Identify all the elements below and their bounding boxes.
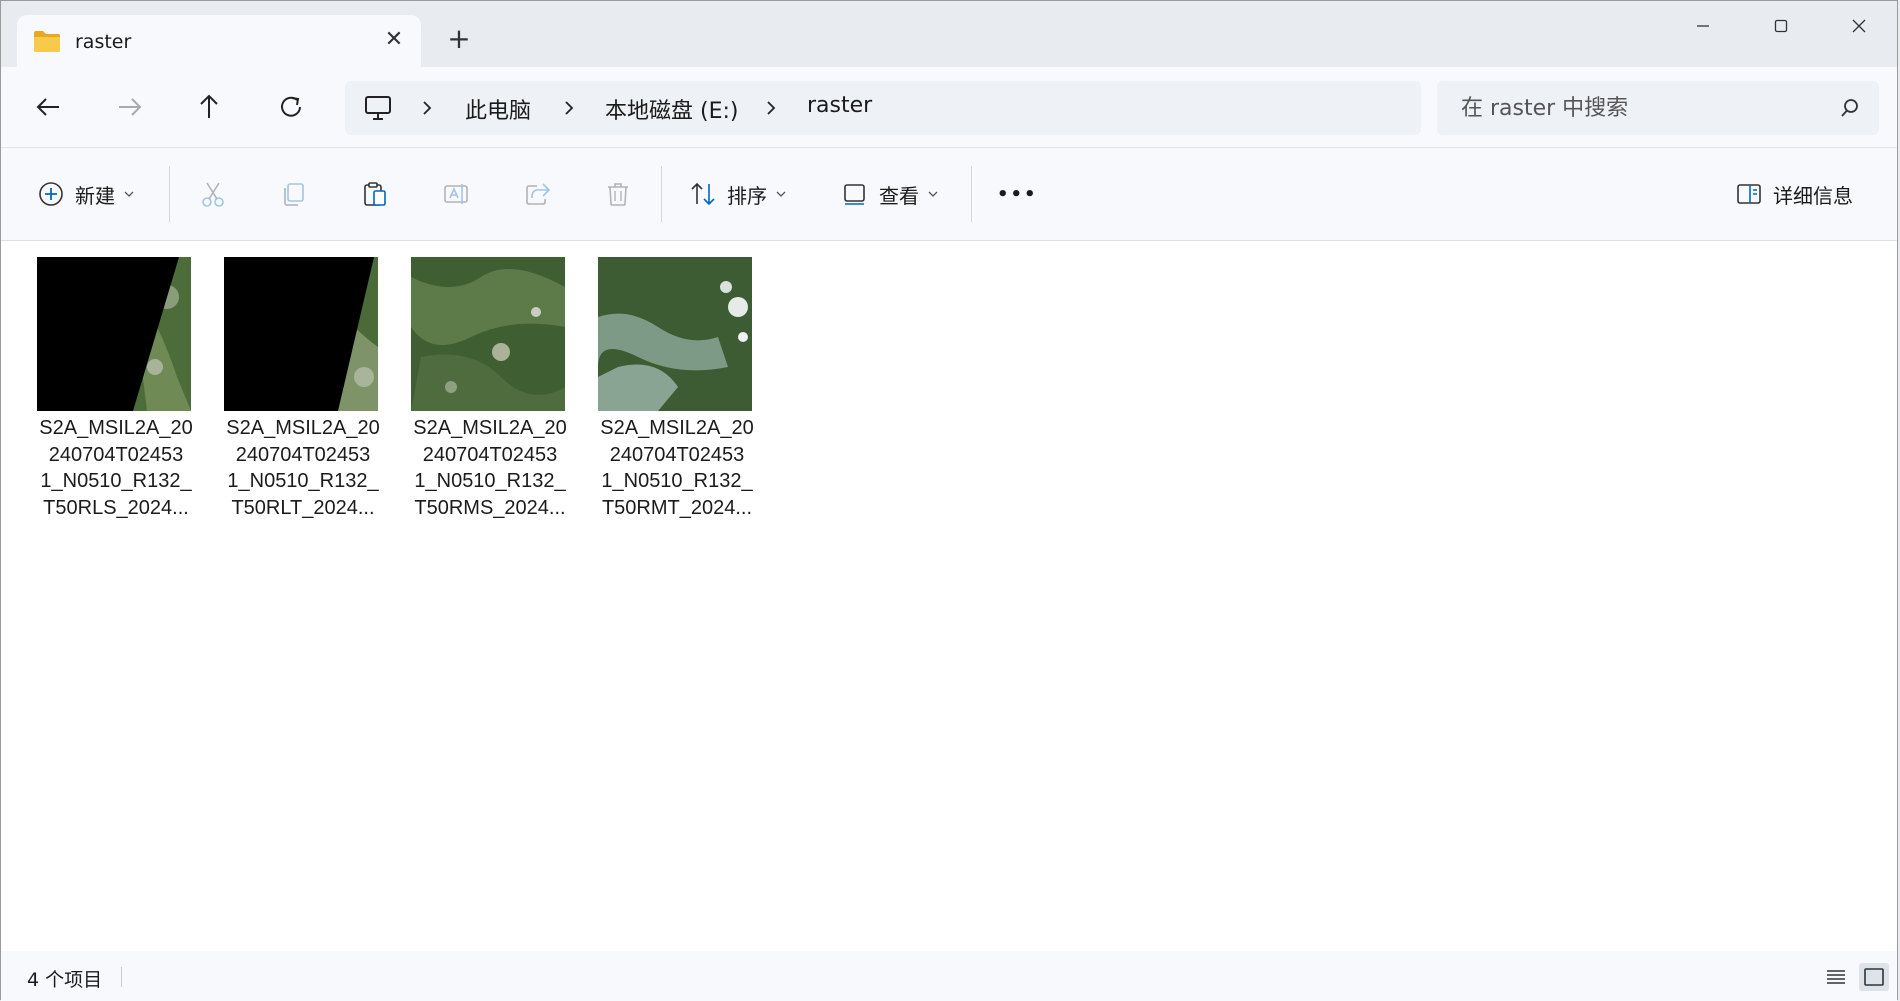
file-explorer-window: raster ✕ + 此电脑 本地磁盘 (E:) raster 在 raster… xyxy=(0,0,1898,1001)
back-button[interactable] xyxy=(31,89,67,125)
refresh-icon xyxy=(281,96,301,117)
close-icon xyxy=(1852,19,1866,33)
new-button[interactable]: 新建 xyxy=(37,176,135,212)
scissors-icon xyxy=(202,182,224,207)
tab-close-icon[interactable]: ✕ xyxy=(383,29,405,51)
chevron-right-icon xyxy=(767,101,776,115)
new-tab-button[interactable]: + xyxy=(445,25,473,53)
close-window-button[interactable] xyxy=(1829,11,1889,41)
file-list: S2A_MSIL2A_20 240704T02453 1_N0510_R132_ T5… xyxy=(1,241,1897,951)
clipboard-icon xyxy=(364,182,386,206)
paste-button[interactable] xyxy=(361,176,389,212)
cut-button[interactable] xyxy=(199,176,227,212)
details-label: 详细信息 xyxy=(1773,183,1853,208)
copy-icon xyxy=(284,183,304,206)
divider xyxy=(971,166,972,222)
sort-arrows-icon xyxy=(691,182,715,206)
chevron-down-icon xyxy=(776,191,786,197)
maximize-button[interactable] xyxy=(1751,11,1811,41)
breadcrumb-this-pc[interactable]: 此电脑 xyxy=(465,93,531,125)
delete-button[interactable] xyxy=(604,176,632,212)
sort-button[interactable]: 排序 xyxy=(689,176,787,212)
chevron-right-icon xyxy=(423,101,432,115)
status-bar: 4 个项目 xyxy=(1,951,1897,1001)
trash-icon xyxy=(608,183,628,206)
file-name: S2A_MSIL2A_20 240704T02453 1_N0510_R132_ T5… xyxy=(226,417,380,519)
breadcrumb-raster[interactable]: raster xyxy=(807,93,872,118)
chevron-right-icon xyxy=(565,101,574,115)
arrow-up-icon xyxy=(200,94,218,118)
rename-icon xyxy=(444,184,468,204)
search-icon[interactable] xyxy=(1839,97,1861,119)
chevron-down-icon xyxy=(124,191,134,197)
minimize-button[interactable] xyxy=(1673,11,1733,41)
new-label: 新建 xyxy=(75,183,115,208)
copy-button[interactable] xyxy=(280,176,308,212)
view-icon xyxy=(844,184,865,205)
add-circle-icon xyxy=(39,182,63,206)
file-name: S2A_MSIL2A_20 240704T02453 1_N0510_R132_ T5… xyxy=(39,417,193,519)
view-label: 查看 xyxy=(879,183,919,208)
arrow-left-icon xyxy=(36,98,59,116)
command-bar: 新建 排序 查看 ••• 详细信息 xyxy=(1,148,1897,241)
divider xyxy=(661,166,662,222)
file-thumbnail xyxy=(224,257,378,411)
large-icons-view-button[interactable] xyxy=(1859,963,1889,991)
forward-button[interactable] xyxy=(111,89,147,125)
search-input[interactable] xyxy=(1459,91,1823,125)
maximize-icon xyxy=(1774,19,1788,33)
sort-label: 排序 xyxy=(727,183,767,208)
item-count: 4 个项目 xyxy=(27,969,103,991)
address-bar[interactable]: 此电脑 本地磁盘 (E:) raster xyxy=(345,81,1421,135)
minimize-icon xyxy=(1697,25,1709,27)
file-thumbnail xyxy=(598,257,752,411)
divider xyxy=(121,967,122,987)
details-view-button[interactable] xyxy=(1821,963,1851,991)
address-row: 此电脑 本地磁盘 (E:) raster xyxy=(1,67,1897,148)
share-icon xyxy=(526,183,551,205)
chevron-down-icon xyxy=(928,191,938,197)
tab-raster[interactable]: raster ✕ xyxy=(17,15,421,67)
title-bar: raster ✕ + xyxy=(1,1,1897,67)
details-pane-button[interactable]: 详细信息 xyxy=(1735,176,1853,212)
computer-icon xyxy=(365,96,391,120)
search-box[interactable] xyxy=(1437,81,1879,135)
file-name: S2A_MSIL2A_20 240704T02453 1_N0510_R132_ T5… xyxy=(600,417,754,519)
more-icon: ••• xyxy=(997,183,1038,205)
arrow-right-icon xyxy=(119,98,142,116)
file-thumbnail xyxy=(411,257,565,411)
details-pane-icon xyxy=(1737,184,1761,204)
file-name: S2A_MSIL2A_20 240704T02453 1_N0510_R132_ T5… xyxy=(413,417,567,519)
file-thumbnail xyxy=(37,257,191,411)
refresh-button[interactable] xyxy=(273,89,309,125)
folder-icon xyxy=(34,31,60,52)
rename-button[interactable] xyxy=(442,176,470,212)
divider xyxy=(169,166,170,222)
thumbnail-view-icon xyxy=(1864,968,1884,986)
breadcrumb-local-disk[interactable]: 本地磁盘 (E:) xyxy=(605,93,738,125)
list-view-icon xyxy=(1827,970,1845,984)
up-button[interactable] xyxy=(191,89,227,125)
share-button[interactable] xyxy=(523,176,551,212)
view-button[interactable]: 查看 xyxy=(841,176,939,212)
more-options-button[interactable]: ••• xyxy=(997,176,1038,212)
tab-title: raster xyxy=(75,31,132,53)
